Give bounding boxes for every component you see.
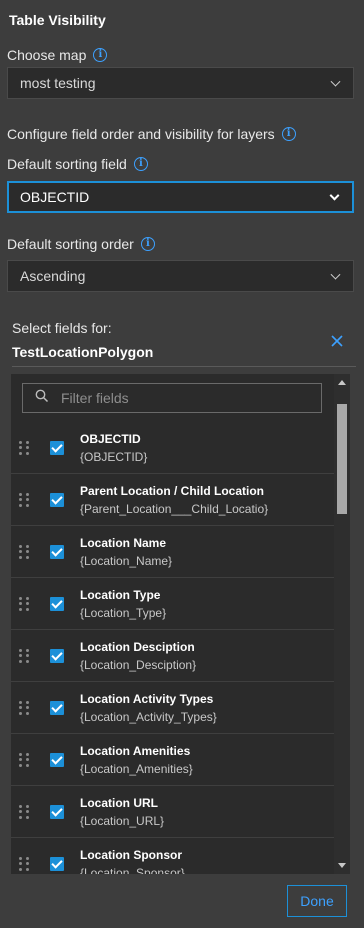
field-alias: Location Activity Types xyxy=(80,692,214,706)
choose-map-label-row: Choose map i xyxy=(7,47,108,63)
filter-fields-box[interactable] xyxy=(22,383,322,413)
drag-handle-icon[interactable] xyxy=(19,493,29,507)
field-row[interactable]: Location Type {Location_Type} xyxy=(11,578,334,630)
panel-title: Table Visibility xyxy=(9,12,106,28)
field-checkbox[interactable] xyxy=(50,701,64,715)
drag-handle-icon[interactable] xyxy=(19,857,29,871)
drag-handle-icon[interactable] xyxy=(19,441,29,455)
search-icon xyxy=(35,389,49,408)
divider xyxy=(12,366,356,367)
field-alias: Location Name xyxy=(80,536,167,550)
field-name: {Location_Name} xyxy=(80,554,173,568)
field-alias: Location Desciption xyxy=(80,640,195,654)
info-icon[interactable]: i xyxy=(133,157,148,171)
field-checkbox[interactable] xyxy=(50,857,64,871)
field-name: {Location_Activity_Types} xyxy=(80,710,217,724)
field-checkbox[interactable] xyxy=(50,805,64,819)
sort-order-value: Ascending xyxy=(20,268,86,284)
field-name: {OBJECTID} xyxy=(80,450,148,464)
sort-field-label: Default sorting field xyxy=(7,156,127,172)
field-row[interactable]: Location Name {Location_Name} xyxy=(11,526,334,578)
field-alias: Location Sponsor xyxy=(80,848,182,862)
sort-field-label-row: Default sorting field i xyxy=(7,156,148,172)
field-name: {Location_Type} xyxy=(80,606,167,620)
field-checkbox[interactable] xyxy=(50,597,64,611)
field-alias: Parent Location / Child Location xyxy=(80,484,265,498)
field-checkbox[interactable] xyxy=(50,493,64,507)
field-checkbox[interactable] xyxy=(50,753,64,767)
chevron-down-icon xyxy=(330,269,341,280)
select-fields-label: Select fields for: xyxy=(12,320,112,336)
field-alias: Location Type xyxy=(80,588,161,602)
field-checkbox[interactable] xyxy=(50,545,64,559)
field-list: OBJECTID {OBJECTID} Parent Location / Ch… xyxy=(11,374,350,874)
field-row[interactable]: Parent Location / Child Location {Parent… xyxy=(11,474,334,526)
configure-label: Configure field order and visibility for… xyxy=(7,126,275,142)
done-button[interactable]: Done xyxy=(287,885,347,917)
sort-order-select[interactable]: Ascending xyxy=(7,260,354,292)
field-row[interactable]: Location Sponsor {Location_Sponsor} xyxy=(11,838,334,874)
drag-handle-icon[interactable] xyxy=(19,805,29,819)
scrollbar[interactable] xyxy=(334,374,350,874)
field-row[interactable]: Location URL {Location_URL} xyxy=(11,786,334,838)
choose-map-select[interactable]: most testing xyxy=(7,67,354,99)
chevron-down-icon xyxy=(330,76,341,87)
field-row[interactable]: Location Amenities {Location_Amenities} xyxy=(11,734,334,786)
layer-name: TestLocationPolygon xyxy=(12,344,154,360)
configure-label-row: Configure field order and visibility for… xyxy=(7,126,296,142)
info-icon[interactable]: i xyxy=(140,237,155,251)
sort-order-label: Default sorting order xyxy=(7,236,134,252)
sort-field-value: OBJECTID xyxy=(20,189,90,205)
field-checkbox[interactable] xyxy=(50,441,64,455)
field-row[interactable]: OBJECTID {OBJECTID} xyxy=(11,422,334,474)
scroll-up-arrow-icon[interactable] xyxy=(338,380,346,385)
field-name: {Parent_Location___Child_Locatio} xyxy=(80,502,269,516)
field-alias: OBJECTID xyxy=(80,432,141,446)
field-name: {Location_Amenities} xyxy=(80,762,193,776)
drag-handle-icon[interactable] xyxy=(19,649,29,663)
drag-handle-icon[interactable] xyxy=(19,545,29,559)
field-checkbox[interactable] xyxy=(50,649,64,663)
field-row[interactable]: Location Desciption {Location_Desciption… xyxy=(11,630,334,682)
drag-handle-icon[interactable] xyxy=(19,753,29,767)
choose-map-value: most testing xyxy=(20,75,96,91)
scroll-down-arrow-icon[interactable] xyxy=(338,863,346,868)
drag-handle-icon[interactable] xyxy=(19,701,29,715)
drag-handle-icon[interactable] xyxy=(19,597,29,611)
field-name: {Location_URL} xyxy=(80,814,165,828)
chevron-down-icon xyxy=(329,190,340,201)
field-alias: Location URL xyxy=(80,796,158,810)
info-icon[interactable]: i xyxy=(93,48,108,62)
close-icon[interactable] xyxy=(328,332,346,350)
filter-fields-input[interactable] xyxy=(61,390,301,406)
field-name: {Location_Desciption} xyxy=(80,658,197,672)
choose-map-label: Choose map xyxy=(7,47,87,63)
field-alias: Location Amenities xyxy=(80,744,191,758)
field-name: {Location_Sponsor} xyxy=(80,866,185,874)
sort-field-select[interactable]: OBJECTID xyxy=(7,181,354,213)
info-icon[interactable]: i xyxy=(281,127,296,141)
sort-order-label-row: Default sorting order i xyxy=(7,236,155,252)
field-row[interactable]: Location Activity Types {Location_Activi… xyxy=(11,682,334,734)
scrollbar-thumb[interactable] xyxy=(337,404,347,514)
field-rows: OBJECTID {OBJECTID} Parent Location / Ch… xyxy=(11,422,334,874)
